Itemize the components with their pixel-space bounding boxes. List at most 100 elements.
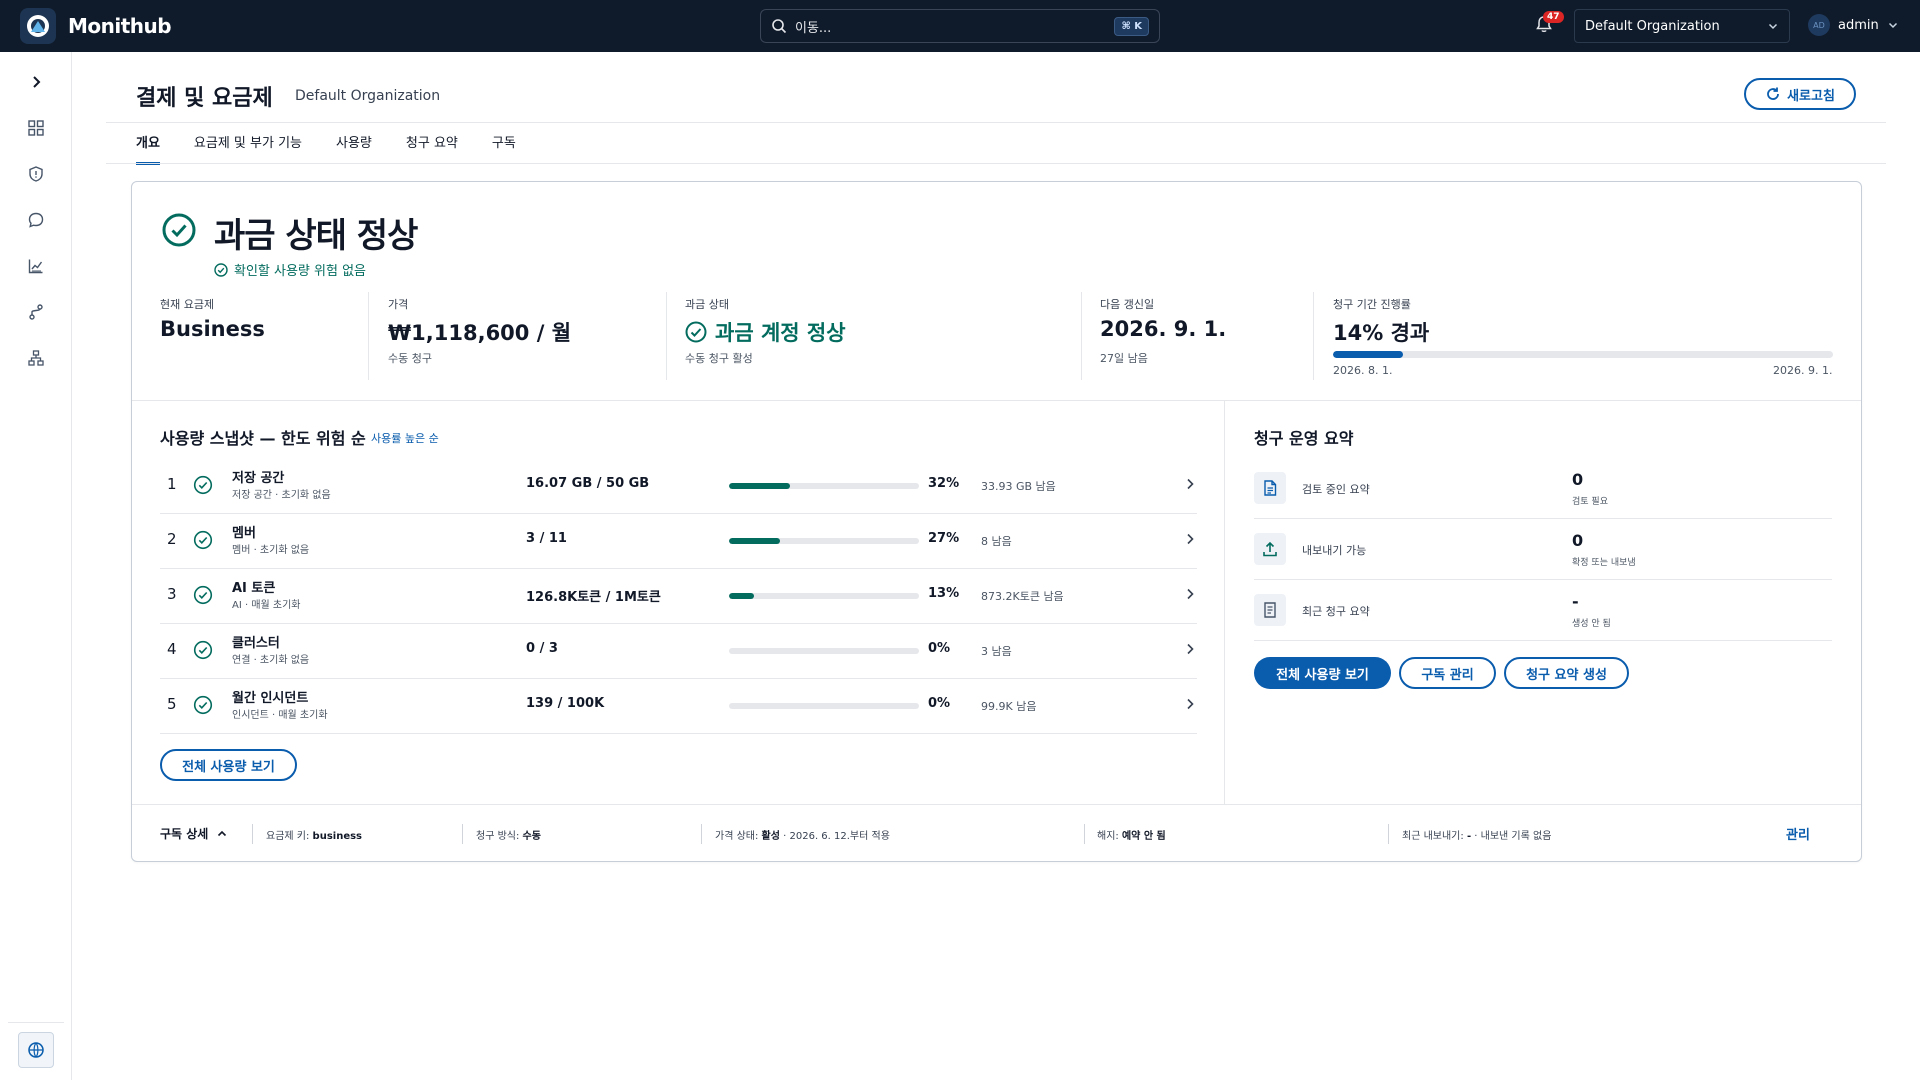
billing-ops-row-label: 최근 청구 요약 [1302,605,1370,618]
footer-divider [1084,824,1085,844]
analytics-chart-icon[interactable] [24,254,48,278]
billing-ops-row[interactable]: 검토 중인 요약 0 검토 필요 [1254,458,1832,519]
usage-percent: 0% [928,641,951,656]
usage-percent: 0% [928,696,951,711]
git-branch-icon[interactable] [24,300,48,324]
cancellation-label: 해지: [1097,831,1119,842]
subscription-details-toggle[interactable]: 구독 상세 [160,825,228,842]
billing-status-title: 과금 상태 정상 [214,216,418,256]
chevron-right-icon[interactable] [1183,476,1197,495]
organization-select[interactable]: Default Organization [1574,9,1790,43]
generate-billing-summary-button[interactable]: 청구 요약 생성 [1504,657,1629,689]
last-export-label: 최근 내보내기: [1402,831,1464,842]
period-end: 2026. 9. 1. [1773,364,1833,377]
usage-progress-bar [729,593,919,599]
usage-name: AI 토큰 [232,581,276,596]
check-circle-icon [193,585,213,609]
page-subtitle: Default Organization [295,88,441,104]
usage-amount: 139 / 100K [526,696,605,711]
renewal-label: 다음 갱신일 [1100,298,1155,311]
billing-method-value: 수동 [522,831,541,842]
usage-row[interactable]: 2 멤버 멤버 · 초기화 없음 3 / 11 27% 8 남음 [160,514,1197,569]
expand-sidebar-icon[interactable] [24,70,48,94]
last-export-value: - [1466,831,1472,842]
usage-progress-bar [729,648,919,654]
price-status-detail: 가격 상태: 활성 · 2026. 6. 12.부터 적용 [715,827,890,842]
kpi-divider [1313,292,1314,380]
usage-row[interactable]: 3 AI 토큰 AI · 매월 초기화 126.8K토큰 / 1M토큰 13% 873.2… [160,569,1197,624]
tab-subscription[interactable]: 구독 [492,132,516,165]
card-divider [132,400,1861,401]
check-circle-icon [685,321,707,343]
brand[interactable]: Monithub [20,8,172,44]
refresh-icon [1767,87,1779,100]
view-all-usage-button[interactable]: 전체 사용량 보기 [160,749,297,781]
view-all-usage-primary-button[interactable]: 전체 사용량 보기 [1254,657,1391,689]
kpi-divider [666,292,667,380]
refresh-button[interactable]: 새로고침 [1744,78,1856,110]
last-export-detail: 최근 내보내기: - · 내보낸 기록 없음 [1402,827,1551,842]
billing-status-subtitle: 확인할 사용량 위험 없음 [214,260,366,279]
chevron-down-icon [1768,23,1778,30]
usage-percent: 32% [928,476,960,491]
billing-ops-row[interactable]: 내보내기 가능 0 확정 또는 내보냄 [1254,519,1832,580]
sidebar [0,52,72,1080]
dashboard-icon[interactable] [24,116,48,140]
last-export-note: · 내보낸 기록 없음 [1474,831,1552,842]
search-input[interactable]: 이동... ⌘ K [760,9,1160,43]
check-circle-icon [162,213,196,251]
usage-row[interactable]: 4 클러스터 연결 · 초기화 없음 0 / 3 0% 3 남음 [160,624,1197,679]
usage-progress-bar [729,483,919,489]
usage-row[interactable]: 5 월간 인시던트 인시던트 · 매월 초기화 139 / 100K 0% 99.9K 남… [160,679,1197,734]
chevron-right-icon[interactable] [1183,641,1197,660]
usage-rank: 4 [167,640,177,658]
manage-subscription-button[interactable]: 구독 관리 [1399,657,1496,689]
tab-bar: 개요 요금제 및 부가 기능 사용량 청구 요약 구독 [136,132,550,165]
top-bar: Monithub 이동... ⌘ K 47 Default Organizati… [0,0,1920,52]
avatar: AD [1808,14,1830,36]
tab-plans-addons[interactable]: 요금제 및 부가 기능 [194,132,302,165]
footer-divider [1388,824,1389,844]
receipt-icon [1254,594,1286,626]
usage-rank: 3 [167,585,177,603]
usage-progress-fill [729,538,781,544]
billing-ops-row-value: 0 [1572,531,1584,550]
usage-amount: 3 / 11 [526,531,567,546]
tab-overview[interactable]: 개요 [136,132,160,165]
footer-divider [462,824,463,844]
workspace-switch-button[interactable] [18,1032,54,1068]
price-status-value: 활성 [761,831,780,842]
plan-value: Business [160,317,265,341]
plan-key-detail: 요금제 키: business [266,827,362,842]
usage-name: 월간 인시던트 [232,691,309,706]
renewal-value: 2026. 9. 1. [1100,317,1227,341]
billing-status-subtitle-text: 확인할 사용량 위험 없음 [234,264,366,279]
tab-billing-summary[interactable]: 청구 요약 [406,132,458,165]
section-divider [1224,401,1225,804]
billing-ops-row[interactable]: 최근 청구 요약 - 생성 안 됨 [1254,580,1832,641]
chevron-right-icon[interactable] [1183,586,1197,605]
shield-icon[interactable] [24,162,48,186]
billing-ops-row-value: - [1572,592,1579,611]
chat-icon[interactable] [24,208,48,232]
usage-rank: 2 [167,530,177,548]
hierarchy-icon[interactable] [24,346,48,370]
usage-sort-link[interactable]: 사용률 높은 순 [371,430,439,446]
cancellation-value: 예약 안 됨 [1121,831,1166,842]
usage-rank: 1 [167,475,177,493]
page-title: 결제 및 요금제 [136,86,273,111]
manage-subscription-link[interactable]: 관리 [1786,824,1810,843]
usage-remaining: 8 남음 [981,535,1012,548]
user-menu[interactable]: AD admin [1808,14,1899,36]
usage-progress-fill [729,483,790,489]
chevron-right-icon[interactable] [1183,531,1197,550]
tab-usage[interactable]: 사용량 [336,132,372,165]
chevron-right-icon[interactable] [1183,696,1197,715]
card-footer-divider [132,804,1861,805]
tabs-divider [106,163,1886,164]
usage-name: 클러스터 [232,636,280,651]
usage-row[interactable]: 1 저장 공간 저장 공간 · 초기화 없음 16.07 GB / 50 GB 32% 3… [160,459,1197,514]
period-value: 14% 경과 [1333,321,1430,345]
check-circle-icon [193,695,213,719]
renewal-note: 27일 남음 [1100,352,1148,365]
